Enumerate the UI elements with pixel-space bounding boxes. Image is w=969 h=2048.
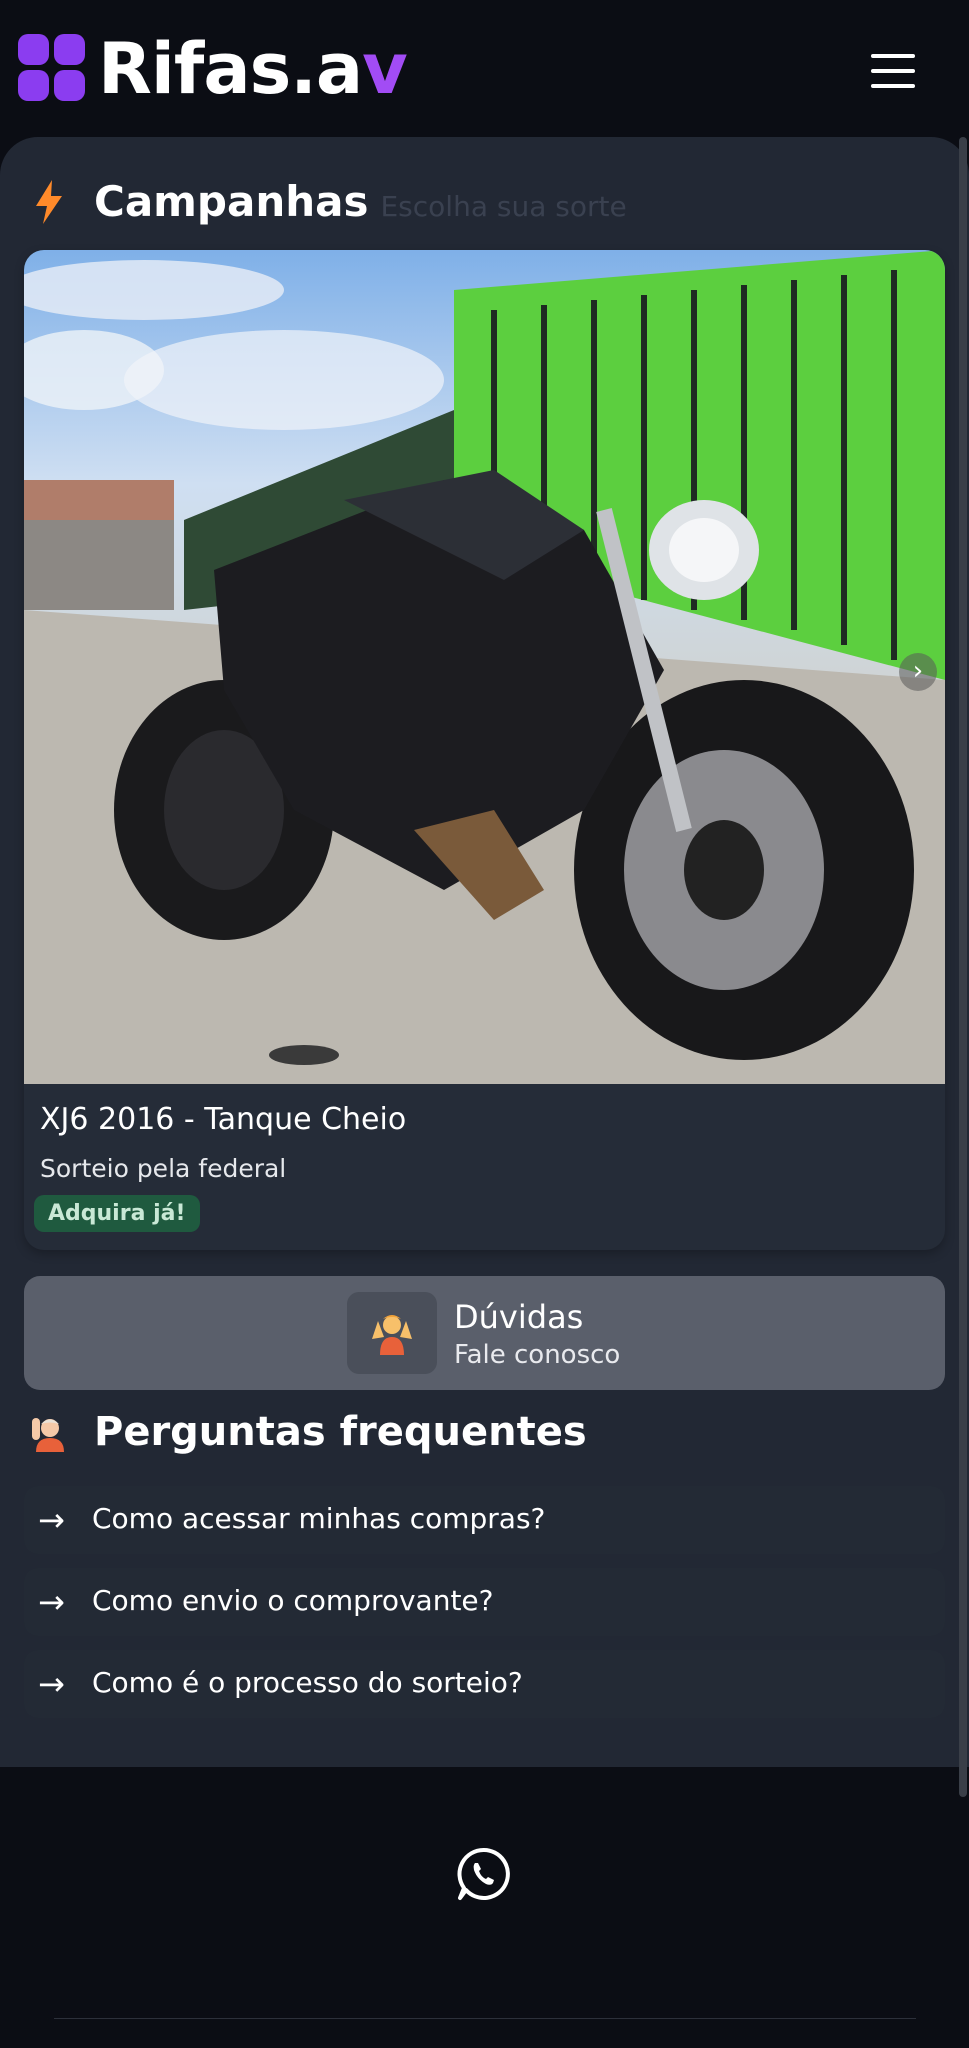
faq-item[interactable]: → Como acessar minhas compras?	[24, 1486, 945, 1554]
faq-question: Como é o processo do sorteio?	[92, 1666, 523, 1699]
motorcycle-photo	[24, 250, 945, 1084]
hamburger-menu-icon[interactable]	[867, 52, 919, 92]
campaign-title: XJ6 2016 - Tanque Cheio	[40, 1102, 407, 1137]
faq-title: Perguntas frequentes	[94, 1409, 587, 1455]
campaign-image[interactable]: ›	[24, 250, 945, 1084]
campaigns-title: Campanhas	[94, 177, 369, 226]
faq-header: Perguntas frequentes	[30, 1409, 587, 1455]
help-title: Dúvidas	[454, 1298, 584, 1336]
faq-item[interactable]: → Como é o processo do sorteio?	[24, 1650, 945, 1718]
top-header: Rifas.av	[0, 0, 969, 137]
help-subtitle: Fale conosco	[454, 1340, 621, 1370]
page-scrollbar[interactable]	[959, 137, 967, 1797]
person-raising-hand-icon	[32, 1418, 64, 1452]
logo-mark-icon	[18, 34, 88, 104]
campaign-card[interactable]: › XJ6 2016 - Tanque Cheio Sorteio pela f…	[24, 250, 945, 1250]
campaigns-subtitle: Escolha sua sorte	[380, 190, 627, 223]
faq-question: Como acessar minhas compras?	[92, 1502, 546, 1535]
whatsapp-icon[interactable]	[456, 1846, 512, 1902]
chevron-right-icon[interactable]: ›	[899, 653, 937, 691]
logo-text: Rifas.av	[98, 28, 408, 110]
lightning-bolt-icon	[36, 179, 62, 224]
buy-now-badge[interactable]: Adquira já!	[34, 1195, 200, 1232]
arrow-right-icon: →	[38, 1583, 65, 1621]
main-panel: Campanhas Escolha sua sorte › XJ6 2016 -…	[0, 137, 969, 1797]
arrow-right-icon: →	[38, 1665, 65, 1703]
campaigns-header: Campanhas Escolha sua sorte	[34, 177, 627, 226]
rifas-logo[interactable]: Rifas.av	[18, 28, 408, 110]
person-shrugging-icon	[347, 1292, 437, 1374]
campaign-subtitle: Sorteio pela federal	[40, 1154, 287, 1183]
help-contact-button[interactable]: Dúvidas Fale conosco	[24, 1276, 945, 1390]
faq-item[interactable]: → Como envio o comprovante?	[24, 1568, 945, 1636]
faq-question: Como envio o comprovante?	[92, 1584, 494, 1617]
footer-divider	[54, 2018, 916, 2019]
arrow-right-icon: →	[38, 1501, 65, 1539]
